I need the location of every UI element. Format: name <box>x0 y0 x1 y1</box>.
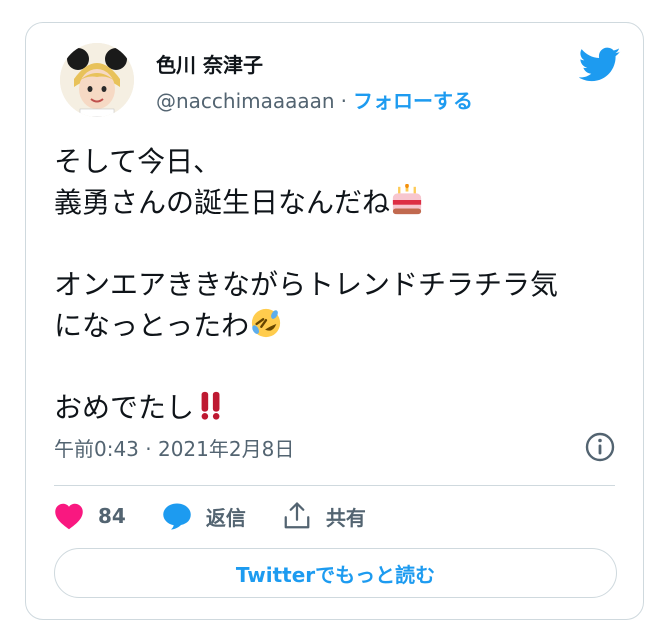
info-icon[interactable] <box>584 431 616 463</box>
tweet-line-4: になっとったわ <box>54 309 250 342</box>
display-name[interactable]: 色川 奈津子 <box>156 49 263 78</box>
avatar-illustration <box>60 43 134 117</box>
read-more-button[interactable]: Twitterでもっと読む <box>54 548 617 598</box>
tweet-text: そして今日、 義勇さんの誕生日なんだね オンエアききながらトレンドチラチラ気 に… <box>54 141 634 428</box>
like-button[interactable]: 84 <box>54 502 126 530</box>
tweet-timestamp[interactable]: 午前0:43 · 2021年2月8日 <box>54 433 294 462</box>
divider <box>54 485 615 486</box>
share-button[interactable]: 共有 <box>282 501 366 531</box>
share-label: 共有 <box>325 505 366 530</box>
follow-button[interactable]: フォローする <box>353 85 473 114</box>
share-upload-icon <box>284 502 310 529</box>
tweet-line-3: オンエアききながらトレンドチラチラ気 <box>54 268 559 301</box>
rolling-on-floor-laughing-icon <box>252 308 281 338</box>
reply-button[interactable]: 返信 <box>162 502 246 531</box>
avatar[interactable] <box>60 43 134 117</box>
tweet-line-2: 義勇さんの誕生日なんだね <box>54 186 391 219</box>
twitter-bird-icon[interactable] <box>579 47 621 83</box>
reply-label: 返信 <box>205 505 246 530</box>
like-count: 84 <box>98 504 126 528</box>
tweet-actions: 84 返信 共有 <box>54 498 402 534</box>
handle[interactable]: @nacchimaaaaan <box>156 89 335 113</box>
reply-bubble-icon <box>163 503 191 530</box>
heart-icon <box>55 503 83 530</box>
tweet-line-5: おめでたし <box>54 391 195 424</box>
birthday-cake-icon <box>392 184 422 215</box>
separator-dot: · <box>340 89 347 113</box>
handle-row: @nacchimaaaaan · フォローする <box>156 85 473 114</box>
double-exclamation-icon <box>201 391 220 420</box>
tweet-line-1: そして今日、 <box>54 145 222 178</box>
tweet-card: 色川 奈津子 @nacchimaaaaan · フォローする そして今日、 義勇… <box>25 22 644 620</box>
